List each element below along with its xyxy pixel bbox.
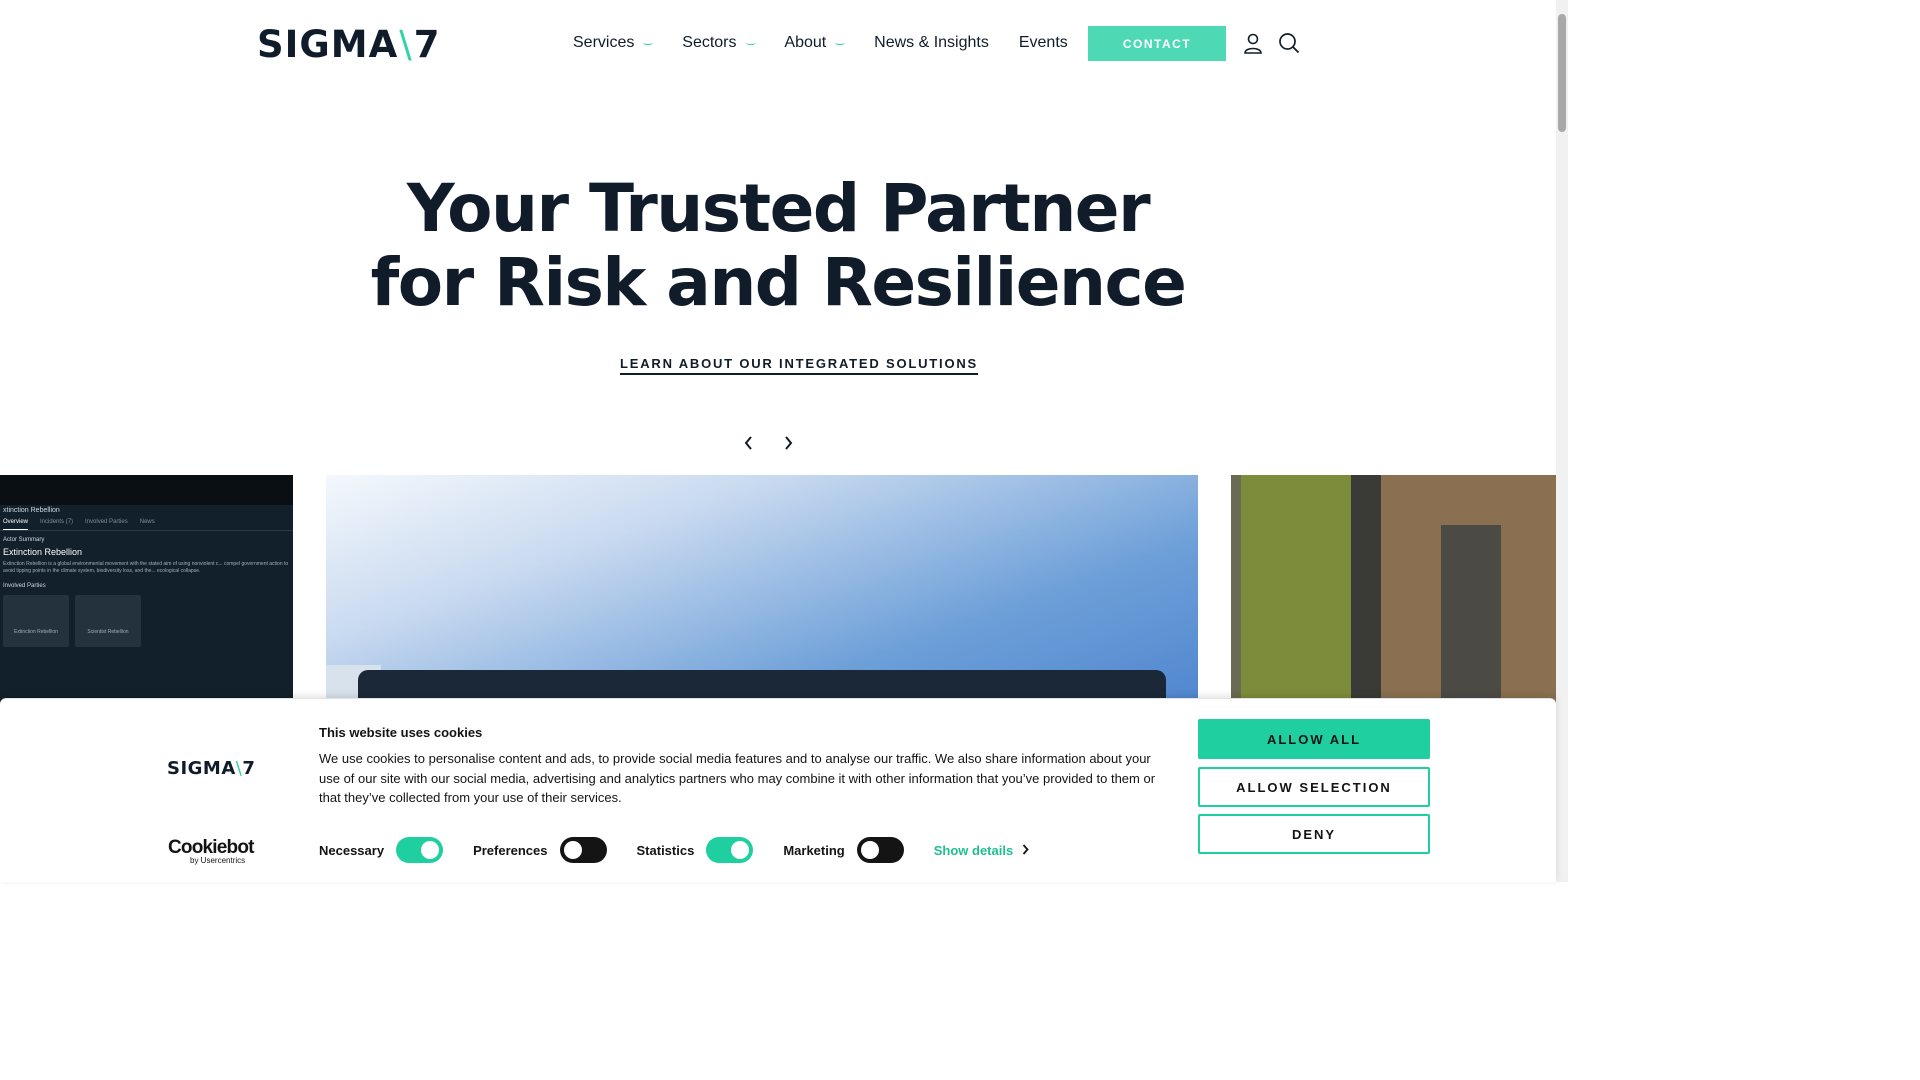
user-icon[interactable] — [1242, 32, 1264, 54]
logo-number: 7 — [242, 758, 256, 779]
dashboard-cards: Extinction Rebellion Scientist Rebellion — [0, 591, 293, 651]
aerial-building — [1441, 525, 1501, 705]
chevron-right-icon — [1022, 843, 1029, 858]
toggle-label-marketing: Marketing — [783, 842, 845, 858]
cookie-text: We use cookies to personalise content an… — [319, 751, 1156, 805]
dashboard-tab: Incidents (7) — [40, 519, 74, 525]
toggle-knob — [860, 841, 879, 859]
carousel-slide-dashboard[interactable]: xtinction Rebellion Overview Incidents (… — [0, 475, 293, 705]
cookie-banner-logo: SIGMA\7 — [167, 758, 255, 779]
statistics-toggle[interactable] — [706, 837, 754, 863]
logo-number: 7 — [413, 22, 441, 66]
party-card: Scientist Rebellion — [75, 595, 141, 647]
hero-title-line2: for Risk and Resilience — [370, 244, 1187, 321]
nav-item-about[interactable]: About ⌣ — [784, 34, 846, 52]
logo-text: SIGMA — [167, 758, 236, 779]
hero-title: Your Trusted Partner for Risk and Resili… — [0, 172, 1556, 320]
chevron-left-icon[interactable] — [739, 433, 759, 453]
chevron-down-icon: ⌣ — [744, 35, 757, 50]
cookiebot-logo[interactable]: Cookiebot by Usercentrics — [168, 837, 254, 865]
preferences-toggle[interactable] — [559, 837, 607, 863]
cookie-banner: SIGMA\7 Cookiebot by Usercentrics This w… — [0, 698, 1556, 882]
logo-slash: \ — [399, 22, 413, 66]
dashboard-section: Actor Summary — [3, 537, 45, 543]
cookiebot-byline: by Usercentrics — [190, 856, 246, 865]
marketing-toggle[interactable] — [856, 837, 904, 863]
chevron-right-icon[interactable] — [778, 433, 798, 453]
site-logo[interactable]: SIGMA \ 7 — [257, 23, 440, 66]
logo-text: SIGMA — [257, 22, 399, 66]
scrollbar-thumb[interactable] — [1558, 14, 1566, 132]
toggle-label-preferences: Preferences — [473, 842, 548, 858]
nav-item-services[interactable]: Services ⌣ — [573, 34, 654, 52]
nav-label: Sectors — [682, 34, 737, 51]
toggle-knob — [731, 841, 750, 859]
chevron-down-icon: ⌣ — [642, 35, 654, 50]
dashboard-tab: Involved Parties — [85, 519, 128, 525]
contact-button[interactable]: CONTACT — [1088, 26, 1226, 61]
cookie-toggles: Necessary Preferences Statistics Marketi… — [319, 837, 1029, 863]
toggle-knob — [563, 841, 582, 859]
party-card: Extinction Rebellion — [3, 595, 69, 647]
nav-label: News & Insights — [874, 34, 989, 51]
dashboard-description: Extinction Rebellion is a global environ… — [3, 561, 289, 574]
dashboard-parties-label: Involved Parties — [3, 583, 46, 589]
search-icon[interactable] — [1278, 32, 1300, 54]
show-details-link[interactable]: Show details — [934, 843, 1029, 858]
chevron-down-icon: ⌣ — [834, 35, 846, 50]
cookie-title: This website uses cookies — [319, 725, 483, 740]
toggle-label-statistics: Statistics — [636, 842, 695, 858]
nav-label: Services — [573, 34, 635, 51]
integrated-solutions-link[interactable]: LEARN ABOUT OUR INTEGRATED SOLUTIONS — [620, 356, 979, 375]
dashboard-tabs: Overview Incidents (7) Involved Parties … — [0, 519, 293, 531]
dashboard-tab: News — [139, 519, 155, 525]
toggle-knob — [421, 841, 440, 859]
hero-title-line1: Your Trusted Partner — [406, 170, 1151, 247]
dashboard-topbar: xtinction Rebellion — [0, 475, 293, 514]
aerial-field — [1241, 475, 1351, 705]
nav-item-sectors[interactable]: Sectors ⌣ — [682, 34, 757, 52]
nav-label: About — [784, 34, 827, 51]
aerial-road — [1351, 475, 1381, 705]
necessary-toggle[interactable] — [396, 837, 444, 863]
nav-item-events[interactable]: Events — [1019, 34, 1068, 52]
deny-button[interactable]: DENY — [1198, 814, 1430, 854]
carousel-slide-aerial[interactable] — [1231, 475, 1556, 705]
main-nav: Services ⌣ Sectors ⌣ About ⌣ News & Insi… — [573, 30, 1098, 56]
allow-all-button[interactable]: ALLOW ALL — [1198, 719, 1430, 759]
show-details-label: Show details — [933, 842, 1014, 858]
carousel-slide-sky[interactable] — [326, 475, 1198, 705]
page-scrollbar[interactable] — [1556, 0, 1568, 882]
dashboard-tab: Overview — [3, 519, 29, 530]
toggle-label-necessary: Necessary — [319, 842, 385, 858]
nav-label: Events — [1018, 34, 1068, 51]
dashboard-actor-name: Extinction Rebellion — [3, 547, 83, 557]
nav-item-news-insights[interactable]: News & Insights — [874, 34, 989, 52]
allow-selection-button[interactable]: ALLOW SELECTION — [1198, 767, 1430, 807]
